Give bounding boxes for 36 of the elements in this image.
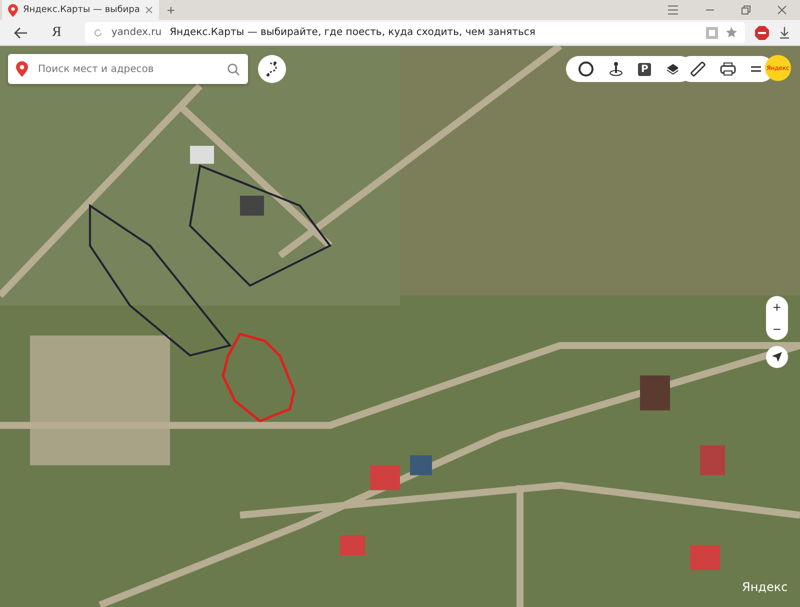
new-tab-button[interactable]: + xyxy=(158,0,184,20)
map-pin-icon xyxy=(16,61,28,77)
zoom-in-button[interactable]: + xyxy=(766,296,788,318)
menu-icon[interactable] xyxy=(750,64,762,74)
house-roof xyxy=(190,146,214,164)
browser-tab[interactable]: Яндекс.Карты — выбира xyxy=(2,0,159,20)
address-field[interactable]: yandex.ru Яндекс.Карты — выбирайте, где поесть, куда сходить, чем заняться xyxy=(85,22,745,43)
url-domain: yandex.ru xyxy=(111,27,162,38)
house-roof xyxy=(240,196,264,216)
parking-button[interactable]: P xyxy=(638,62,652,76)
adblock-icon[interactable] xyxy=(755,26,769,40)
house-roof xyxy=(370,465,400,490)
zoom-out-button[interactable]: − xyxy=(766,318,788,340)
house-roof xyxy=(410,455,432,476)
map-attribution: Яндекс xyxy=(742,580,788,594)
restore-icon[interactable] xyxy=(741,5,751,15)
close-icon[interactable] xyxy=(144,6,153,14)
ruler-icon[interactable] xyxy=(690,61,706,77)
circle-icon[interactable] xyxy=(578,61,594,77)
panorama-person-icon[interactable] xyxy=(608,61,624,77)
star-icon[interactable] xyxy=(726,27,737,38)
back-arrow-icon[interactable] xyxy=(14,26,28,38)
browser-logo[interactable]: Я xyxy=(52,24,62,40)
close-icon[interactable] xyxy=(777,5,787,15)
download-icon[interactable] xyxy=(779,26,790,38)
location-arrow-icon xyxy=(771,351,783,363)
tab-title: Яндекс.Карты — выбира xyxy=(23,5,140,15)
house-roof xyxy=(690,545,720,570)
page-title: Яндекс.Карты — выбирайте, где поесть, куда сходить, чем заняться xyxy=(170,27,536,38)
search-bar[interactable]: Поиск мест и адресов xyxy=(8,54,248,84)
print-icon[interactable] xyxy=(720,61,736,77)
search-icon[interactable] xyxy=(227,62,240,76)
house-roof xyxy=(700,445,725,476)
house-roof xyxy=(340,535,365,556)
house-roof xyxy=(640,375,670,410)
map-pin-icon xyxy=(8,4,18,16)
